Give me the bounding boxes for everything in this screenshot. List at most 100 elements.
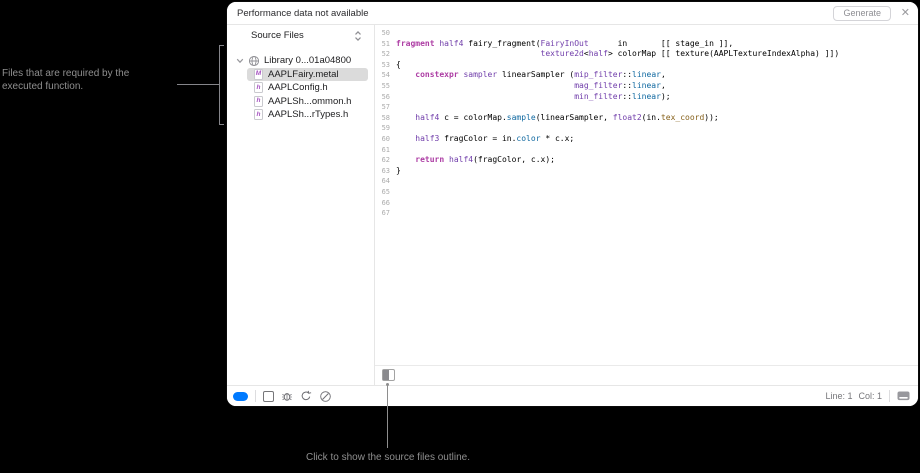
code-line: 50 xyxy=(375,28,918,39)
code-line: 52 texture2d<half> colorMap [[ texture(A… xyxy=(375,49,918,60)
callout-left-note: Files that are required by the executed … xyxy=(2,67,178,93)
code-editor[interactable]: 50 51 fragment half4 fairy_fragment(Fair… xyxy=(375,25,918,365)
file-label: AAPLSh...rTypes.h xyxy=(268,109,349,121)
sidebar-header: Source Files xyxy=(227,29,374,44)
generate-button[interactable]: Generate xyxy=(833,6,891,21)
callout-left-note-line1: Files that are required by the xyxy=(2,68,130,79)
code-line: 58 half4 c = colorMap.sample(linearSampl… xyxy=(375,113,918,124)
code-line: 61 xyxy=(375,145,918,156)
code-line: 55 mag_filter::linear, xyxy=(375,81,918,92)
debug-bug-icon[interactable] xyxy=(281,390,293,402)
source-file-icon: h xyxy=(254,82,263,94)
code-line: 56 min_filter::linear); xyxy=(375,92,918,103)
line-number: 67 xyxy=(381,209,390,218)
code-text: fragment half4 fairy_fragment(FairyInOut… xyxy=(396,38,734,48)
line-number: 62 xyxy=(381,156,390,165)
toolbar-separator xyxy=(255,390,256,402)
file-row[interactable]: h AAPLSh...ommon.h xyxy=(247,95,368,109)
window-topbar: Performance data not available Generate … xyxy=(227,2,918,25)
file-row[interactable]: M AAPLFairy.metal xyxy=(247,67,368,81)
file-label: AAPLSh...ommon.h xyxy=(268,95,352,107)
code-text: min_filter::linear); xyxy=(574,91,671,101)
code-line: 53 { xyxy=(375,60,918,71)
code-text: half3 fragColor = in.color * c.x; xyxy=(415,133,575,143)
code-line: 57 xyxy=(375,102,918,113)
code-text: half4 c = colorMap.sample(linearSampler,… xyxy=(415,112,719,122)
callout-bracket-tick-bottom xyxy=(219,124,224,125)
file-tree: Library 0...01a04800 M AAPLFairy.metal h… xyxy=(227,54,374,122)
library-label: Library 0...01a04800 xyxy=(264,55,352,67)
reload-icon[interactable] xyxy=(300,390,312,402)
line-number: 56 xyxy=(381,92,390,101)
line-number: 52 xyxy=(381,50,390,59)
code-text: texture2d<half> colorMap [[ texture(AAPL… xyxy=(540,49,840,59)
line-number: 54 xyxy=(381,71,390,80)
code-text: mag_filter::linear, xyxy=(574,80,666,90)
sort-chevrons-icon[interactable] xyxy=(354,30,362,42)
code-line: 59 xyxy=(375,123,918,134)
line-number: 64 xyxy=(381,177,390,186)
file-label: AAPLConfig.h xyxy=(268,82,328,94)
line-number: 63 xyxy=(381,166,390,175)
line-number: 51 xyxy=(381,39,390,48)
line-number: 61 xyxy=(381,145,390,154)
line-number: 57 xyxy=(381,103,390,112)
gauge-icon[interactable] xyxy=(319,390,332,403)
line-indicator: Line: 1 xyxy=(825,391,853,401)
shader-profiler-window: Performance data not available Generate … xyxy=(227,2,918,406)
sidebar-title: Source Files xyxy=(251,30,304,41)
callout-bottom-line xyxy=(387,385,388,448)
file-row[interactable]: h AAPLSh...rTypes.h xyxy=(247,108,368,122)
line-number: 50 xyxy=(381,29,390,37)
viewport-square-icon[interactable] xyxy=(263,390,274,402)
line-number: 58 xyxy=(381,113,390,122)
code-text: } xyxy=(396,165,401,175)
file-tree-files: M AAPLFairy.metal h AAPLConfig.h h AAPLS… xyxy=(227,67,374,122)
file-row[interactable]: h AAPLConfig.h xyxy=(247,81,368,95)
line-number: 59 xyxy=(381,124,390,133)
code-line: 63 } xyxy=(375,166,918,177)
callout-connector-line xyxy=(177,84,219,85)
editor-bottom-strip xyxy=(375,365,918,385)
line-number: 53 xyxy=(381,60,390,69)
breakpoints-pill-icon[interactable] xyxy=(233,391,248,401)
source-files-outline-toggle-icon[interactable] xyxy=(382,369,395,381)
console-icon[interactable] xyxy=(897,391,910,402)
debug-toolbar-right: Line: 1 Col: 1 xyxy=(825,386,910,406)
performance-status-text: Performance data not available xyxy=(237,8,369,19)
source-file-icon: h xyxy=(254,109,263,121)
code-line: 65 xyxy=(375,187,918,198)
source-files-sidebar: Source Files Library 0...01a04800 M AAPL… xyxy=(227,25,375,385)
screenshot-root: Files that are required by the executed … xyxy=(0,0,920,473)
line-number: 66 xyxy=(381,198,390,207)
callout-bracket-line xyxy=(219,45,220,125)
code-line: 51 fragment half4 fairy_fragment(FairyIn… xyxy=(375,39,918,50)
line-number: 55 xyxy=(381,81,390,90)
callout-left-note-line2: executed function. xyxy=(2,81,84,92)
line-number: 65 xyxy=(381,187,390,196)
code-line: 60 half3 fragColor = in.color * c.x; xyxy=(375,134,918,145)
code-line: 64 xyxy=(375,176,918,187)
cursor-position: Line: 1 Col: 1 xyxy=(825,391,882,401)
line-number: 60 xyxy=(381,134,390,143)
code-text: { xyxy=(396,59,401,69)
toolbar-separator xyxy=(889,390,890,402)
code-line: 67 xyxy=(375,208,918,219)
debug-toolbar: Line: 1 Col: 1 xyxy=(227,385,918,406)
code-line: 54 constexpr sampler linearSampler (mip_… xyxy=(375,70,918,81)
close-icon[interactable]: ✕ xyxy=(901,6,910,21)
source-file-icon: h xyxy=(254,95,263,107)
code-text: return half4(fragColor, c.x); xyxy=(415,155,555,165)
code-text: constexpr sampler linearSampler (mip_fil… xyxy=(415,70,666,80)
code-line: 66 xyxy=(375,198,918,209)
file-label: AAPLFairy.metal xyxy=(268,68,339,80)
debug-toolbar-left xyxy=(233,386,332,406)
code-line: 62 return half4(fragColor, c.x); xyxy=(375,155,918,166)
disclosure-chevron-icon[interactable] xyxy=(236,58,244,64)
source-file-icon: M xyxy=(254,68,263,80)
callout-bracket-tick-top xyxy=(219,45,224,46)
col-indicator: Col: 1 xyxy=(858,391,882,401)
callout-bottom-note: Click to show the source files outline. xyxy=(306,452,470,463)
metal-library-icon xyxy=(248,55,260,67)
tree-row-library[interactable]: Library 0...01a04800 xyxy=(227,54,374,68)
